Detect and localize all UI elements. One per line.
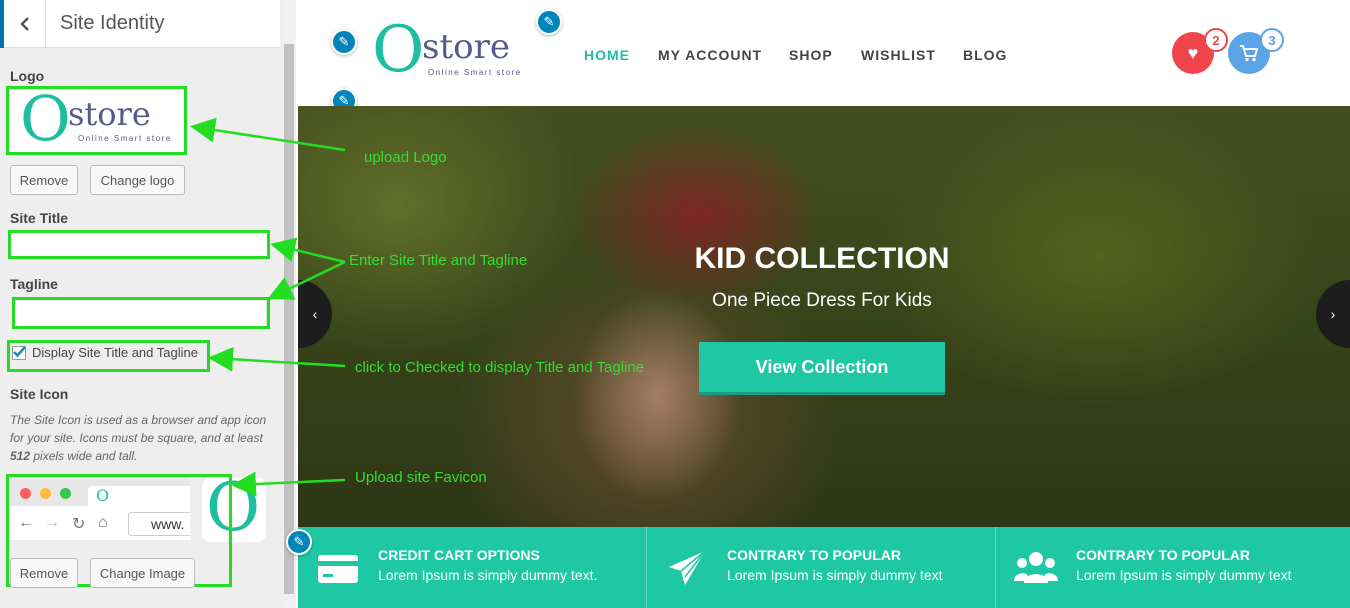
cart-button[interactable]: 3: [1228, 28, 1284, 74]
site-logo-letter: O: [372, 13, 425, 87]
chevron-right-icon: ›: [1330, 306, 1336, 322]
site-icon-label: Site Icon: [10, 386, 69, 402]
feature-text: Lorem Ipsum is simply dummy text: [1076, 567, 1292, 583]
nav-blog[interactable]: BLOG: [963, 47, 1007, 63]
feature-title: CREDIT CART OPTIONS: [378, 547, 540, 563]
site-logo[interactable]: O store Online Smart store: [372, 14, 542, 88]
feature-text: Lorem Ipsum is simply dummy text.: [378, 567, 598, 583]
site-title-highlight: [8, 230, 270, 259]
site-icon-desc-size: 512: [10, 449, 31, 463]
nav-shop[interactable]: SHOP: [789, 47, 833, 63]
wishlist-button[interactable]: ♥ 2: [1172, 28, 1228, 74]
feature-text: Lorem Ipsum is simply dummy text: [727, 567, 943, 583]
hero-subtitle: One Piece Dress For Kids: [712, 290, 932, 311]
feature-item: CONTRARY TO POPULAR Lorem Ipsum is simpl…: [996, 527, 1345, 608]
site-title-label: Site Title: [10, 210, 69, 226]
back-button[interactable]: [0, 0, 46, 48]
view-collection-button[interactable]: View Collection: [699, 342, 945, 392]
site-icon-desc-text: The Site Icon is used as a browser and a…: [10, 413, 267, 445]
tagline-label: Tagline: [10, 276, 58, 292]
chevron-left-icon: [19, 17, 29, 31]
site-header: ✎ ✎ ✎ O store Online Smart store HOME MY…: [298, 0, 1350, 114]
nav-wishlist[interactable]: WISHLIST: [861, 47, 936, 63]
edit-logo-pencil-icon[interactable]: ✎: [331, 29, 357, 55]
scrollbar-thumb[interactable]: [284, 44, 294, 594]
annotation-upload-logo: upload Logo: [364, 149, 447, 166]
tagline-highlight: [12, 297, 270, 329]
wishlist-count-badge: 2: [1204, 28, 1228, 52]
site-icon-description: The Site Icon is used as a browser and a…: [10, 411, 272, 465]
logo-highlight: [6, 86, 187, 155]
nav-my-account[interactable]: MY ACCOUNT: [658, 47, 762, 63]
change-logo-button[interactable]: Change logo: [90, 165, 185, 195]
chevron-left-icon: ‹: [312, 306, 318, 322]
cart-count-badge: 3: [1260, 28, 1284, 52]
section-header: Site Identity: [0, 0, 280, 48]
nav-home[interactable]: HOME: [584, 47, 630, 63]
users-icon: [1014, 552, 1058, 583]
site-preview: ✎ ✎ ✎ O store Online Smart store HOME MY…: [286, 0, 1350, 608]
change-image-button[interactable]: Change Image: [90, 558, 195, 588]
feature-item: CONTRARY TO POPULAR Lorem Ipsum is simpl…: [647, 527, 996, 608]
hero-image: [298, 106, 1350, 527]
section-title: Site Identity: [60, 12, 165, 34]
annotation-favicon: Upload site Favicon: [355, 469, 487, 486]
features-bar: ✎ CREDIT CART OPTIONS Lorem Ipsum is sim…: [286, 527, 1350, 608]
checkbox-highlight: [7, 340, 210, 372]
logo-remove-button[interactable]: Remove: [10, 165, 78, 195]
annotation-enter-title: Enter Site Title and Tagline: [349, 252, 528, 269]
feature-title: CONTRARY TO POPULAR: [727, 547, 901, 563]
screen: Site Identity Logo O store Online Smart …: [0, 0, 1350, 608]
credit-card-icon: [318, 555, 358, 583]
site-logo-word: store: [422, 27, 510, 67]
site-logo-tagline: Online Smart store: [428, 68, 522, 77]
feature-item: CREDIT CART OPTIONS Lorem Ipsum is simpl…: [298, 527, 647, 608]
paper-plane-icon: [669, 550, 706, 585]
heart-icon: ♥: [1187, 42, 1199, 63]
feature-title: CONTRARY TO POPULAR: [1076, 547, 1250, 563]
cart-icon: [1240, 45, 1259, 62]
site-icon-desc-tail: pixels wide and tall.: [30, 449, 138, 463]
hero-title: KID COLLECTION: [694, 242, 950, 275]
icon-remove-button[interactable]: Remove: [10, 558, 78, 588]
annotation-checkbox: click to Checked to display Title and Ta…: [355, 359, 645, 376]
customizer-panel: Site Identity Logo O store Online Smart …: [0, 0, 296, 608]
hero-slider: KID COLLECTION One Piece Dress For Kids …: [298, 106, 1350, 527]
